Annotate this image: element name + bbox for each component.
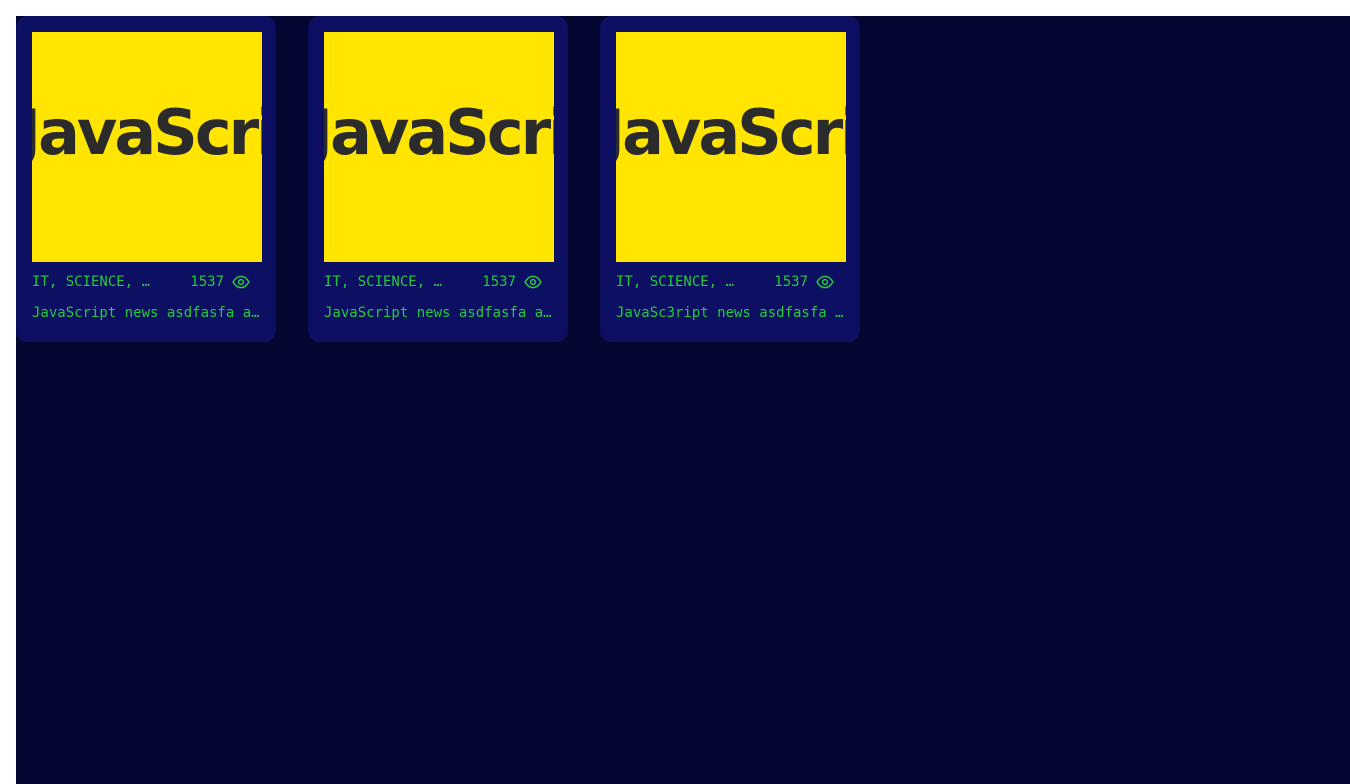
card-thumbnail: JavaScript <box>32 32 262 262</box>
thumbnail-logo-text: JavaScript <box>32 96 262 169</box>
eye-icon <box>816 275 834 289</box>
card-thumbnail: JavaScript <box>324 32 554 262</box>
view-count: 1537 <box>482 274 516 290</box>
news-card[interactable]: JavaScript IT, SCIENCE, NEWS 1537 JavaSc… <box>308 16 568 342</box>
view-count: 1537 <box>190 274 224 290</box>
thumbnail-logo-text: JavaScript <box>324 96 554 169</box>
card-meta: IT, SCIENCE, NEWS 1537 <box>324 273 552 291</box>
card-tags: IT, SCIENCE, NEWS <box>616 274 736 290</box>
view-counter: 1537 <box>774 274 844 290</box>
card-thumbnail: JavaScript <box>616 32 846 262</box>
eye-icon <box>524 275 542 289</box>
view-counter: 1537 <box>190 274 260 290</box>
view-count: 1537 <box>774 274 808 290</box>
card-meta: IT, SCIENCE, NEWS 1537 <box>616 273 844 291</box>
card-title[interactable]: JavaScript news asdfasfa asdfasdf <box>324 305 554 321</box>
card-tags: IT, SCIENCE, NEWS <box>32 274 152 290</box>
card-meta: IT, SCIENCE, NEWS 1537 <box>32 273 260 291</box>
news-card[interactable]: JavaScript IT, SCIENCE, NEWS 1537 JavaSc… <box>600 16 860 342</box>
card-tags: IT, SCIENCE, NEWS <box>324 274 444 290</box>
news-card[interactable]: JavaScript IT, SCIENCE, NEWS 1537 JavaSc… <box>16 16 276 342</box>
card-title[interactable]: JavaSc3ript news asdfasfa asdfasdf <box>616 305 846 321</box>
news-grid: JavaScript IT, SCIENCE, NEWS 1537 JavaSc… <box>16 16 1350 784</box>
card-title[interactable]: JavaScript news asdfasfa asdfasdf <box>32 305 262 321</box>
thumbnail-logo-text: JavaScript <box>616 96 846 169</box>
view-counter: 1537 <box>482 274 552 290</box>
eye-icon <box>232 275 250 289</box>
